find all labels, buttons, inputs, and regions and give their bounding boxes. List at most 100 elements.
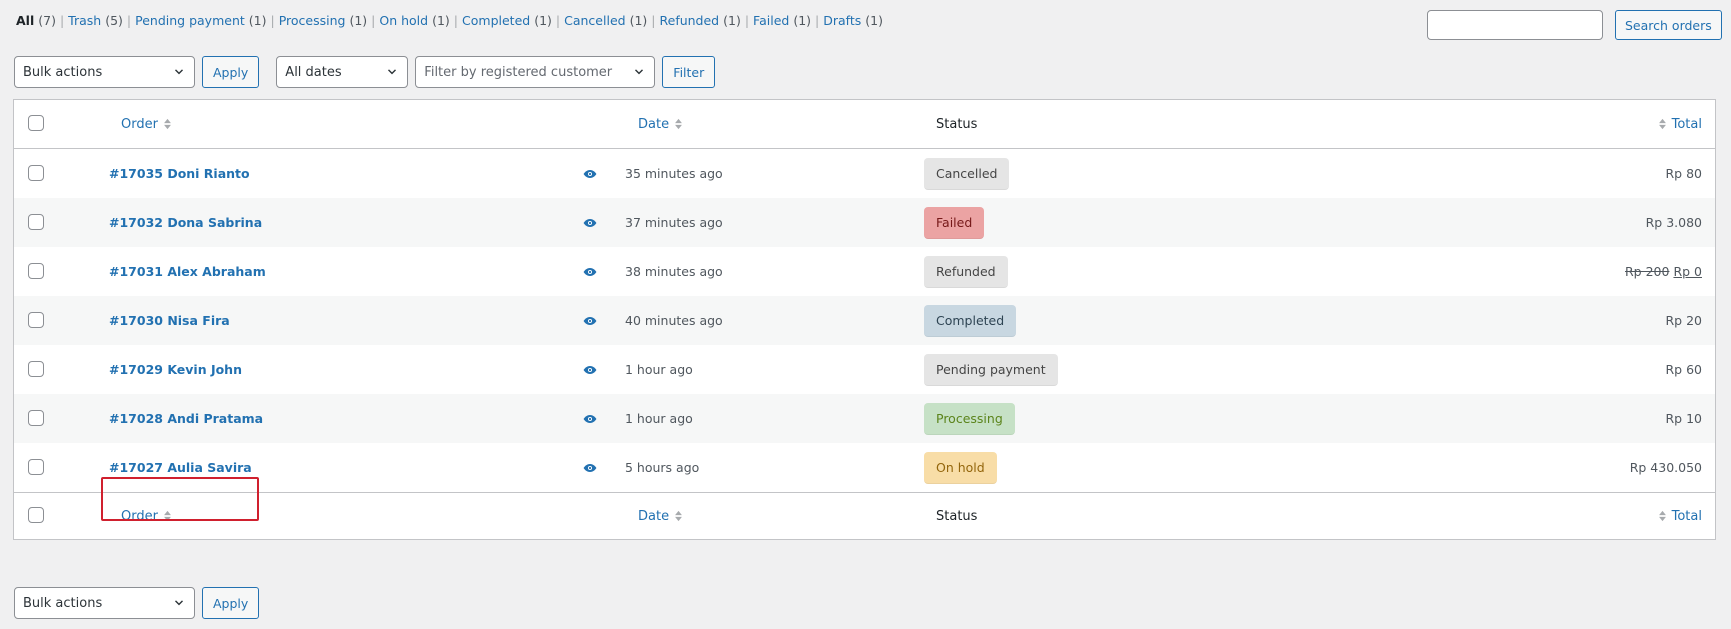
- row-checkbox[interactable]: [28, 214, 44, 230]
- total-column-header[interactable]: Total: [1658, 117, 1702, 132]
- bulk-actions-select[interactable]: Bulk actions: [14, 56, 195, 88]
- customer-filter-placeholder: Filter by registered customer: [424, 64, 613, 80]
- date-column-label: Date: [638, 508, 670, 524]
- status-filter-refunded[interactable]: Refunded: [660, 13, 720, 28]
- status-filter-count-wrap: (1): [345, 13, 367, 28]
- status-filter-pending-payment[interactable]: Pending payment: [135, 13, 245, 28]
- status-filter-count-wrap: (1): [428, 13, 450, 28]
- status-filter-all[interactable]: All: [16, 13, 34, 28]
- status-filter-count: (1): [349, 13, 368, 28]
- eye-icon[interactable]: [583, 169, 597, 179]
- status-filter-count-wrap: (1): [245, 13, 267, 28]
- status-filter-count-wrap: (7): [34, 13, 56, 28]
- chevron-down-icon: [635, 69, 644, 75]
- row-checkbox[interactable]: [28, 263, 44, 279]
- filter-button[interactable]: Filter: [662, 56, 716, 88]
- order-column-label: Order: [121, 116, 158, 132]
- table-row[interactable]: #17030 Nisa Fira 40 minutes ago Completed R…: [14, 296, 1715, 345]
- eye-icon[interactable]: [583, 316, 597, 326]
- order-link[interactable]: #17032 Dona Sabrina: [109, 215, 262, 230]
- sort-arrows-icon: [675, 510, 683, 522]
- chevron-down-icon: [175, 600, 183, 606]
- separator: |: [744, 13, 750, 28]
- row-checkbox[interactable]: [28, 459, 44, 475]
- order-total: Rp 20: [1665, 313, 1703, 328]
- status-badge: Pending payment: [924, 353, 1058, 386]
- separator: |: [453, 13, 459, 28]
- customer-filter-select[interactable]: Filter by registered customer: [415, 56, 656, 88]
- order-column-label: Order: [121, 508, 158, 524]
- table-row[interactable]: #17028 Andi Pratama 1 hour ago Processing R…: [14, 394, 1715, 443]
- separator: |: [126, 13, 132, 28]
- table-row[interactable]: #17031 Alex Abraham 38 minutes ago Refunde…: [14, 247, 1715, 296]
- status-filter-count-wrap: (1): [530, 13, 552, 28]
- status-filter-cancelled[interactable]: Cancelled: [564, 13, 625, 28]
- select-all-checkbox[interactable]: [28, 115, 44, 131]
- eye-icon[interactable]: [583, 365, 597, 375]
- order-column-header[interactable]: Order: [121, 117, 172, 132]
- status-filter-trash[interactable]: Trash: [68, 13, 101, 28]
- search-orders-button[interactable]: Search orders: [1615, 10, 1722, 40]
- total-column-footer[interactable]: Total: [1658, 509, 1702, 524]
- separator: |: [371, 13, 376, 28]
- row-checkbox[interactable]: [28, 312, 44, 328]
- order-total: Rp 60: [1665, 362, 1703, 377]
- order-link[interactable]: #17029 Kevin John: [109, 362, 242, 377]
- order-rows: #17035 Doni Rianto 35 minutes ago Cancelle…: [14, 149, 1715, 492]
- search-input[interactable]: [1427, 10, 1603, 40]
- order-link[interactable]: #17030 Nisa Fira: [109, 313, 230, 328]
- status-filter-count: (1): [723, 13, 741, 28]
- status-filter-count: (1): [793, 13, 812, 28]
- status-filter-count: (7): [38, 13, 56, 28]
- order-total: Rp 80: [1665, 166, 1703, 181]
- date-filter-select[interactable]: All dates: [276, 56, 409, 88]
- eye-icon[interactable]: [583, 218, 597, 228]
- eye-icon[interactable]: [583, 414, 597, 424]
- order-link[interactable]: #17031 Alex Abraham: [109, 264, 266, 279]
- original-total: Rp 200: [1625, 264, 1670, 279]
- status-badge: Completed: [924, 304, 1017, 337]
- status-filter-count-wrap: (1): [789, 13, 811, 28]
- status-filter-completed[interactable]: Completed: [462, 13, 530, 28]
- status-filter-list: All (7) | Trash (5) | Pending payment (1) | Pr…: [16, 13, 883, 28]
- order-date: 1 hour ago: [625, 362, 693, 377]
- sort-arrows-icon: [164, 510, 171, 522]
- eye-icon[interactable]: [583, 463, 597, 473]
- status-column-header: Status: [936, 116, 978, 132]
- status-filter-count: (1): [534, 13, 552, 28]
- row-checkbox[interactable]: [28, 361, 44, 377]
- date-column-footer[interactable]: Date: [638, 509, 683, 524]
- row-checkbox[interactable]: [28, 410, 44, 426]
- date-column-header[interactable]: Date: [638, 117, 683, 132]
- table-row[interactable]: #17029 Kevin John 1 hour ago Pending payme…: [14, 345, 1715, 394]
- sort-arrows-icon: [1658, 510, 1666, 522]
- bulk-actions-select-bottom[interactable]: Bulk actions: [14, 587, 195, 619]
- apply-button-bottom[interactable]: Apply: [202, 587, 260, 619]
- order-link[interactable]: #17027 Aulia Savira: [109, 460, 252, 475]
- eye-icon[interactable]: [583, 267, 597, 277]
- order-total: Rp 3.080: [1645, 215, 1702, 230]
- bulk-actions-value: Bulk actions: [23, 595, 103, 611]
- separator: |: [651, 13, 656, 28]
- order-date: 35 minutes ago: [625, 166, 723, 181]
- status-filter-failed[interactable]: Failed: [753, 13, 789, 28]
- status-badge: Processing: [924, 402, 1015, 435]
- order-date: 38 minutes ago: [625, 264, 723, 279]
- status-filter-count: (1): [629, 13, 648, 28]
- separator: |: [59, 13, 65, 28]
- status-filter-count: (1): [248, 13, 267, 28]
- order-link[interactable]: #17035 Doni Rianto: [109, 166, 250, 181]
- status-filter-processing[interactable]: Processing: [279, 13, 346, 28]
- order-column-footer[interactable]: Order: [121, 509, 172, 524]
- table-row[interactable]: #17035 Doni Rianto 35 minutes ago Cancelle…: [14, 149, 1715, 198]
- status-filter-drafts[interactable]: Drafts: [823, 13, 861, 28]
- order-link[interactable]: #17028 Andi Pratama: [109, 411, 263, 426]
- separator: |: [555, 13, 561, 28]
- order-date: 37 minutes ago: [625, 215, 723, 230]
- table-row[interactable]: #17027 Aulia Savira 5 hours ago On hold Rp …: [14, 443, 1715, 492]
- status-filter-on-hold[interactable]: On hold: [379, 13, 428, 28]
- table-row[interactable]: #17032 Dona Sabrina 37 minutes ago Failed R…: [14, 198, 1715, 247]
- apply-button[interactable]: Apply: [202, 56, 260, 88]
- row-checkbox[interactable]: [28, 165, 44, 181]
- select-all-checkbox-footer[interactable]: [28, 507, 44, 523]
